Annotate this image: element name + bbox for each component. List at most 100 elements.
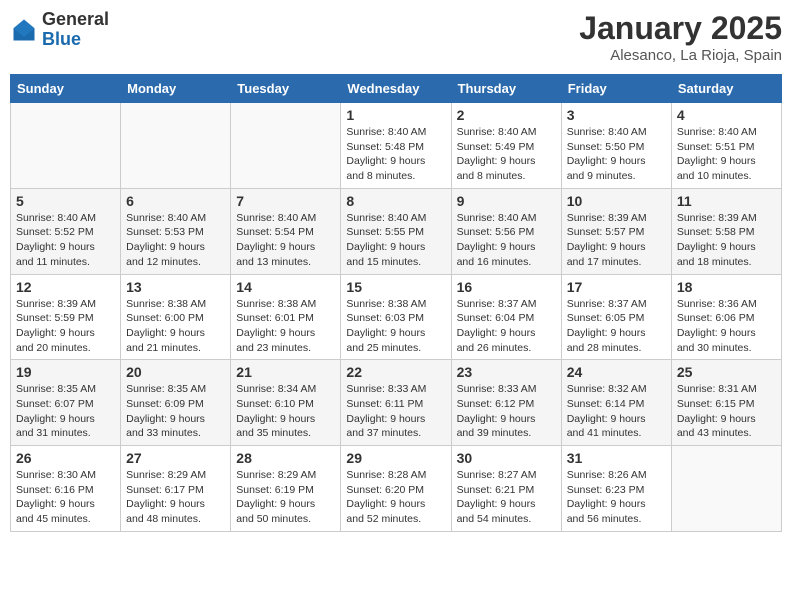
day-info: Sunrise: 8:40 AM Sunset: 5:54 PM Dayligh… [236,211,335,270]
day-number: 28 [236,450,335,466]
day-info: Sunrise: 8:32 AM Sunset: 6:14 PM Dayligh… [567,382,666,441]
calendar-cell: 3Sunrise: 8:40 AM Sunset: 5:50 PM Daylig… [561,103,671,189]
calendar-cell: 19 Sunrise: 8:35 AM Sunset: 6:07 PM Dayli… [11,360,121,446]
calendar-cell: 9 Sunrise: 8:40 AM Sunset: 5:56 PM Daylig… [451,188,561,274]
day-info: Sunrise: 8:40 AM Sunset: 5:56 PM Dayligh… [457,211,556,270]
day-info: Sunrise: 8:39 AM Sunset: 5:58 PM Dayligh… [677,211,776,270]
weekday-header-thursday: Thursday [451,75,561,103]
day-info: Sunrise: 8:37 AM Sunset: 6:05 PM Dayligh… [567,297,666,356]
weekday-header-saturday: Saturday [671,75,781,103]
calendar-cell: 28 Sunrise: 8:29 AM Sunset: 6:19 PM Dayli… [231,446,341,532]
month-year-title: January 2025 [579,10,782,47]
weekday-header-monday: Monday [121,75,231,103]
day-number: 23 [457,364,556,380]
day-info: Sunrise: 8:40 AM Sunset: 5:53 PM Dayligh… [126,211,225,270]
day-number: 22 [346,364,445,380]
day-number: 3 [567,107,666,123]
day-info: Sunrise: 8:29 AM Sunset: 6:17 PM Dayligh… [126,468,225,527]
calendar-cell [11,103,121,189]
calendar-table: SundayMondayTuesdayWednesdayThursdayFrid… [10,74,782,532]
day-info: Sunrise: 8:35 AM Sunset: 6:07 PM Dayligh… [16,382,115,441]
calendar-cell: 31 Sunrise: 8:26 AM Sunset: 6:23 PM Dayli… [561,446,671,532]
weekday-header-wednesday: Wednesday [341,75,451,103]
calendar-cell: 13Sunrise: 8:38 AM Sunset: 6:00 PM Dayli… [121,274,231,360]
calendar-week-row: 26 Sunrise: 8:30 AM Sunset: 6:16 PM Dayli… [11,446,782,532]
day-info: Sunrise: 8:33 AM Sunset: 6:12 PM Dayligh… [457,382,556,441]
day-number: 30 [457,450,556,466]
day-info: Sunrise: 8:37 AM Sunset: 6:04 PM Dayligh… [457,297,556,356]
day-info: Sunrise: 8:34 AM Sunset: 6:10 PM Dayligh… [236,382,335,441]
general-blue-logo-icon [10,16,38,44]
weekday-header-sunday: Sunday [11,75,121,103]
day-info: Sunrise: 8:31 AM Sunset: 6:15 PM Dayligh… [677,382,776,441]
day-number: 27 [126,450,225,466]
day-number: 20 [126,364,225,380]
calendar-cell: 20Sunrise: 8:35 AM Sunset: 6:09 PM Dayli… [121,360,231,446]
calendar-cell: 23 Sunrise: 8:33 AM Sunset: 6:12 PM Dayli… [451,360,561,446]
day-number: 10 [567,193,666,209]
calendar-cell: 24Sunrise: 8:32 AM Sunset: 6:14 PM Dayli… [561,360,671,446]
day-number: 4 [677,107,776,123]
day-info: Sunrise: 8:38 AM Sunset: 6:01 PM Dayligh… [236,297,335,356]
day-info: Sunrise: 8:28 AM Sunset: 6:20 PM Dayligh… [346,468,445,527]
calendar-week-row: 5Sunrise: 8:40 AM Sunset: 5:52 PM Daylig… [11,188,782,274]
day-number: 31 [567,450,666,466]
day-number: 8 [346,193,445,209]
calendar-week-row: 12 Sunrise: 8:39 AM Sunset: 5:59 PM Dayli… [11,274,782,360]
title-block: January 2025 Alesanco, La Rioja, Spain [579,10,782,64]
day-number: 25 [677,364,776,380]
day-number: 2 [457,107,556,123]
calendar-cell: 21 Sunrise: 8:34 AM Sunset: 6:10 PM Dayli… [231,360,341,446]
day-info: Sunrise: 8:30 AM Sunset: 6:16 PM Dayligh… [16,468,115,527]
calendar-cell: 30Sunrise: 8:27 AM Sunset: 6:21 PM Dayli… [451,446,561,532]
day-info: Sunrise: 8:40 AM Sunset: 5:48 PM Dayligh… [346,125,445,184]
day-info: Sunrise: 8:33 AM Sunset: 6:11 PM Dayligh… [346,382,445,441]
logo-general: General [42,10,109,30]
day-info: Sunrise: 8:40 AM Sunset: 5:52 PM Dayligh… [16,211,115,270]
calendar-cell: 4Sunrise: 8:40 AM Sunset: 5:51 PM Daylig… [671,103,781,189]
calendar-week-row: 1Sunrise: 8:40 AM Sunset: 5:48 PM Daylig… [11,103,782,189]
calendar-cell: 26 Sunrise: 8:30 AM Sunset: 6:16 PM Dayli… [11,446,121,532]
day-info: Sunrise: 8:29 AM Sunset: 6:19 PM Dayligh… [236,468,335,527]
day-info: Sunrise: 8:40 AM Sunset: 5:55 PM Dayligh… [346,211,445,270]
day-number: 6 [126,193,225,209]
day-number: 7 [236,193,335,209]
calendar-cell: 18 Sunrise: 8:36 AM Sunset: 6:06 PM Dayli… [671,274,781,360]
day-info: Sunrise: 8:26 AM Sunset: 6:23 PM Dayligh… [567,468,666,527]
calendar-cell: 29 Sunrise: 8:28 AM Sunset: 6:20 PM Dayli… [341,446,451,532]
day-number: 13 [126,279,225,295]
day-number: 14 [236,279,335,295]
calendar-cell [671,446,781,532]
day-info: Sunrise: 8:39 AM Sunset: 5:59 PM Dayligh… [16,297,115,356]
calendar-cell: 8 Sunrise: 8:40 AM Sunset: 5:55 PM Daylig… [341,188,451,274]
calendar-cell [231,103,341,189]
logo: General Blue [10,10,109,50]
day-number: 18 [677,279,776,295]
page-header: General Blue January 2025 Alesanco, La R… [10,10,782,64]
day-info: Sunrise: 8:36 AM Sunset: 6:06 PM Dayligh… [677,297,776,356]
calendar-cell: 2Sunrise: 8:40 AM Sunset: 5:49 PM Daylig… [451,103,561,189]
calendar-cell: 14 Sunrise: 8:38 AM Sunset: 6:01 PM Dayli… [231,274,341,360]
calendar-cell: 10Sunrise: 8:39 AM Sunset: 5:57 PM Dayli… [561,188,671,274]
calendar-cell: 6 Sunrise: 8:40 AM Sunset: 5:53 PM Daylig… [121,188,231,274]
day-number: 21 [236,364,335,380]
day-number: 29 [346,450,445,466]
calendar-cell: 12 Sunrise: 8:39 AM Sunset: 5:59 PM Dayli… [11,274,121,360]
day-info: Sunrise: 8:38 AM Sunset: 6:03 PM Dayligh… [346,297,445,356]
calendar-cell: 7 Sunrise: 8:40 AM Sunset: 5:54 PM Daylig… [231,188,341,274]
day-number: 26 [16,450,115,466]
day-number: 9 [457,193,556,209]
calendar-cell: 5Sunrise: 8:40 AM Sunset: 5:52 PM Daylig… [11,188,121,274]
calendar-cell: 17 Sunrise: 8:37 AM Sunset: 6:05 PM Dayli… [561,274,671,360]
calendar-cell: 27 Sunrise: 8:29 AM Sunset: 6:17 PM Dayli… [121,446,231,532]
calendar-cell [121,103,231,189]
day-number: 17 [567,279,666,295]
day-number: 15 [346,279,445,295]
day-number: 16 [457,279,556,295]
calendar-cell: 15 Sunrise: 8:38 AM Sunset: 6:03 PM Dayli… [341,274,451,360]
weekday-header-row: SundayMondayTuesdayWednesdayThursdayFrid… [11,75,782,103]
calendar-cell: 22 Sunrise: 8:33 AM Sunset: 6:11 PM Dayli… [341,360,451,446]
logo-text: General Blue [42,10,109,50]
day-number: 19 [16,364,115,380]
day-number: 12 [16,279,115,295]
